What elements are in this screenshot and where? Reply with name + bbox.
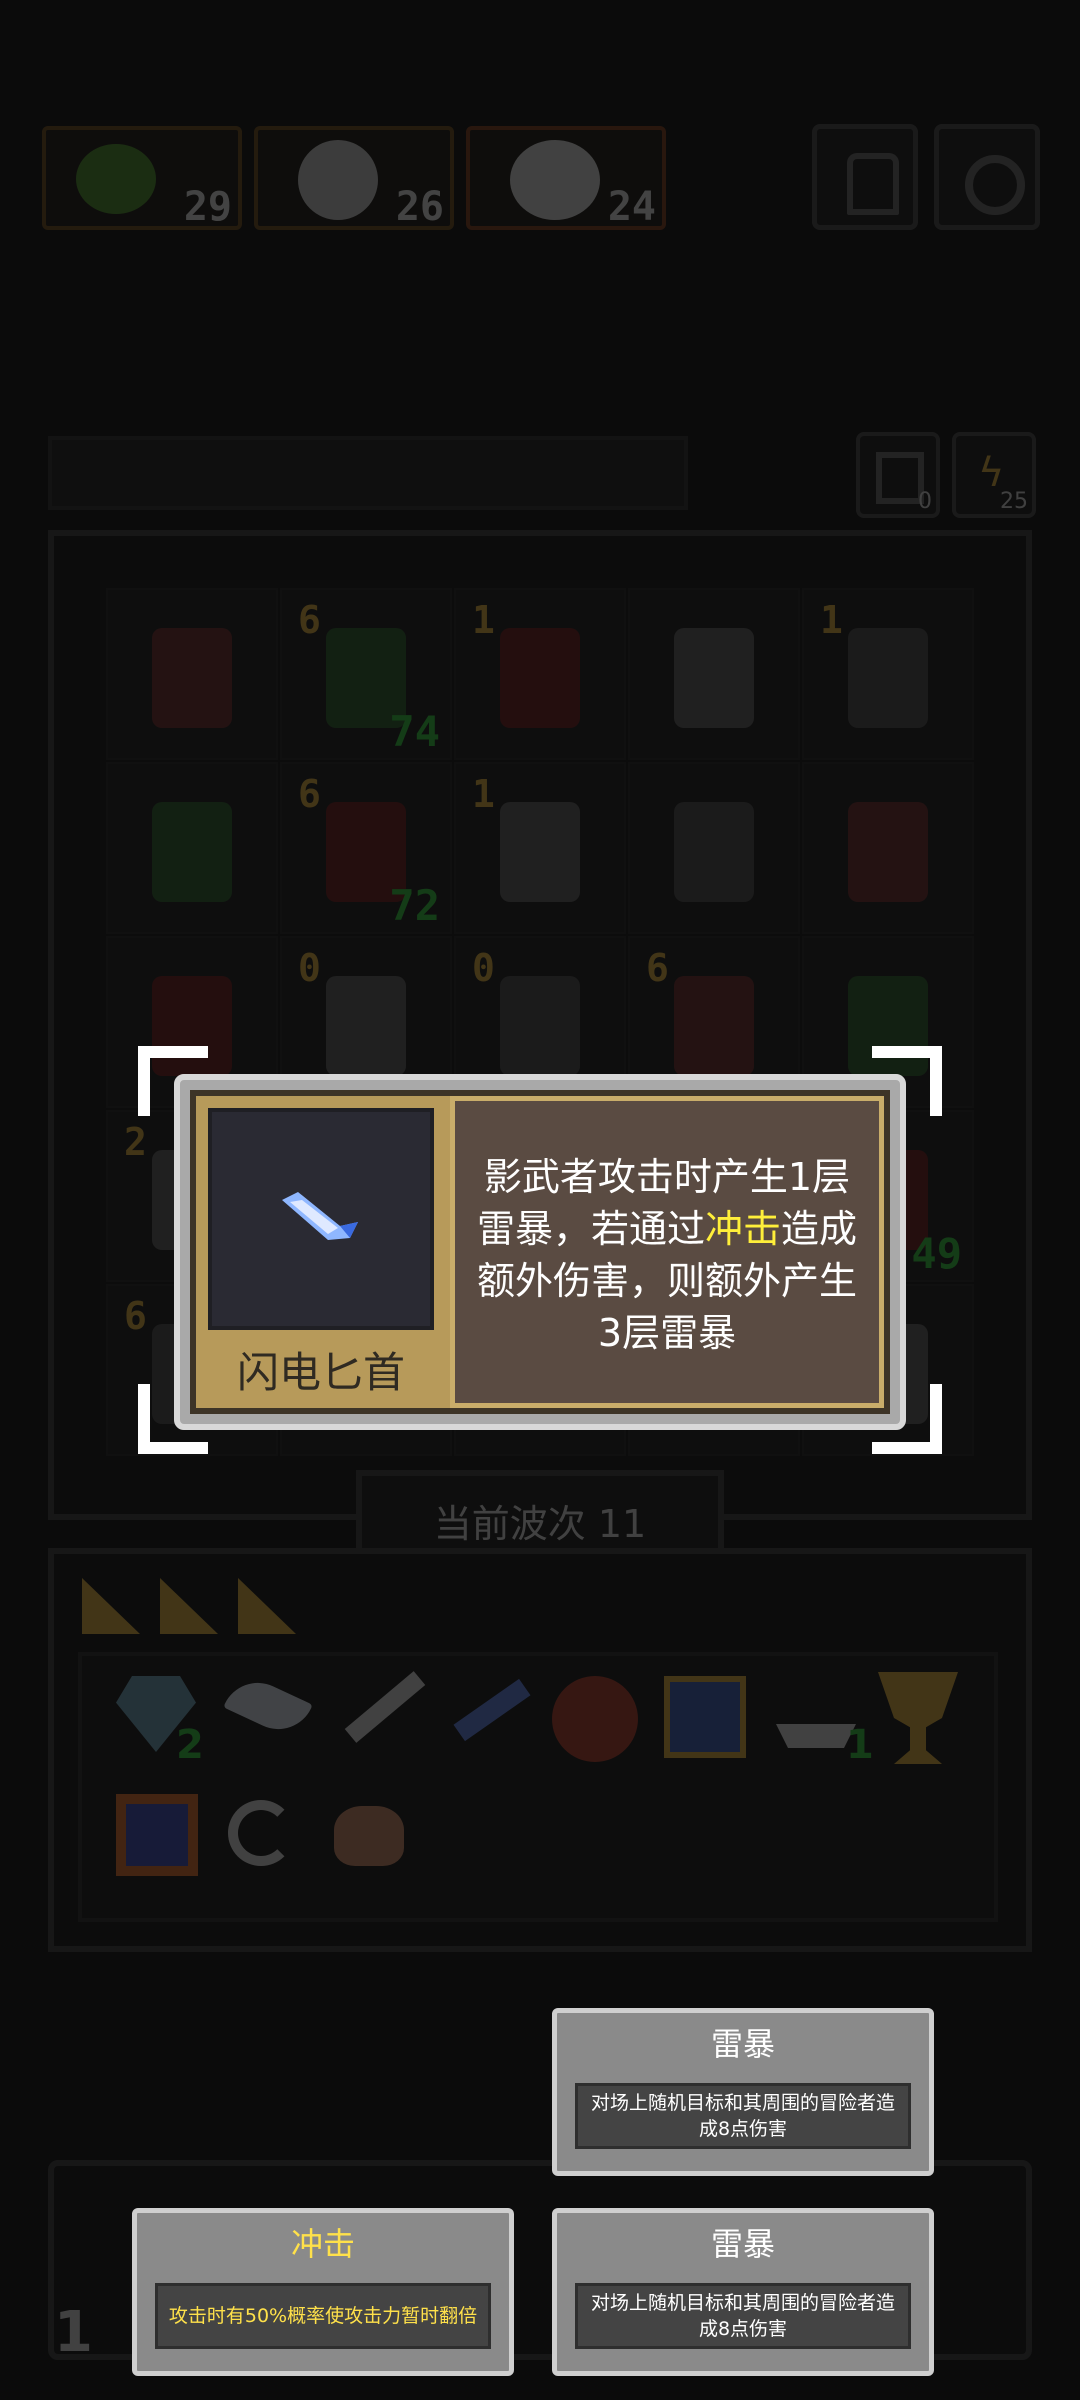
unit-sprite xyxy=(674,628,754,728)
creature-icon[interactable] xyxy=(334,1806,404,1866)
unit-level: 6 xyxy=(124,1294,147,1338)
refresh-count: 0 xyxy=(918,489,932,514)
unit-sprite xyxy=(326,976,406,1076)
unit-level: 1 xyxy=(820,598,843,642)
unit-sprite xyxy=(500,628,580,728)
unit-level: 0 xyxy=(298,946,321,990)
board-cell[interactable] xyxy=(628,588,800,760)
board-cell[interactable] xyxy=(106,762,278,934)
resource-count: 29 xyxy=(183,184,232,230)
board-cell[interactable]: 1 xyxy=(454,588,626,760)
status-bar xyxy=(48,436,688,510)
skill-card-thunderstorm-top[interactable]: 雷暴 对场上随机目标和其周围的冒险者造成8点伤害 xyxy=(552,2008,934,2176)
unit-sprite xyxy=(848,628,928,728)
card-title: 雷暴 xyxy=(710,2225,775,2263)
unit-hp: 72 xyxy=(389,881,440,930)
board-cell[interactable]: 1 xyxy=(802,588,974,760)
lightning-counter[interactable]: ϟ 25 xyxy=(952,432,1036,518)
unit-sprite xyxy=(152,802,232,902)
settings-icon xyxy=(965,155,1025,215)
settings-button[interactable] xyxy=(934,124,1040,230)
unit-level: 6 xyxy=(298,772,321,816)
bomb-box-icon[interactable] xyxy=(664,1676,746,1758)
unit-level: 0 xyxy=(472,946,495,990)
unit-sprite xyxy=(500,976,580,1076)
skill-card-thunderstorm-bottom[interactable]: 雷暴 对场上随机目标和其周围的冒险者造成8点伤害 xyxy=(552,2208,934,2376)
skull-warrior-icon xyxy=(298,140,378,220)
item-description-keyword[interactable]: 冲击 xyxy=(705,1207,781,1251)
board-cell[interactable] xyxy=(106,588,278,760)
item-description: 影武者攻击时产生1层雷暴，若通过冲击造成额外伤害，则额外产生3层雷暴 xyxy=(469,1151,865,1359)
unit-sprite xyxy=(674,976,754,1076)
resource-slot-3[interactable]: 24 xyxy=(466,126,666,230)
card-description: 对场上随机目标和其周围的冒险者造成8点伤害 xyxy=(575,2283,911,2349)
compass-icon[interactable] xyxy=(552,1676,638,1762)
resource-slot-1[interactable]: 29 xyxy=(42,126,242,230)
board-cell[interactable] xyxy=(628,762,800,934)
item-tooltip-inner: 闪电匕首 影武者攻击时产生1层雷暴，若通过冲击造成额外伤害，则额外产生3层雷暴 xyxy=(190,1090,890,1414)
card-description: 攻击时有50%概率使攻击力暂时翻倍 xyxy=(155,2283,491,2349)
refresh-icon xyxy=(876,452,924,504)
item-description-panel: 影武者攻击时产生1层雷暴，若通过冲击造成额外伤害，则额外产生3层雷暴 xyxy=(450,1096,884,1408)
lightning-count: 25 xyxy=(1000,489,1028,514)
wave-label: 当前波次 11 xyxy=(433,1501,647,1546)
unit-sprite xyxy=(674,802,754,902)
help-icon xyxy=(847,153,899,215)
card-title: 冲击 xyxy=(290,2225,355,2263)
resource-count: 26 xyxy=(395,184,444,230)
unit-level: 6 xyxy=(646,946,669,990)
shield-ring-icon[interactable] xyxy=(116,1794,198,1876)
item-tooltip[interactable]: 闪电匕首 影武者攻击时产生1层雷暴，若通过冲击造成额外伤害，则额外产生3层雷暴 xyxy=(174,1074,906,1430)
unit-level: 1 xyxy=(472,772,495,816)
item-icon-box xyxy=(208,1108,434,1330)
demon-beast-icon xyxy=(510,140,600,220)
green-slime-icon xyxy=(76,144,156,214)
unit-level: 2 xyxy=(124,1120,147,1164)
unit-hp: 74 xyxy=(389,707,440,756)
card-description: 对场上随机目标和其周围的冒险者造成8点伤害 xyxy=(575,2083,911,2149)
board-cell[interactable]: 1 xyxy=(454,762,626,934)
unit-hp: 49 xyxy=(911,1229,962,1278)
item-name: 闪电匕首 xyxy=(236,1348,405,1397)
hook-icon[interactable] xyxy=(228,1800,294,1866)
unit-sprite xyxy=(500,802,580,902)
ship-count: 1 xyxy=(846,1722,874,1768)
unit-sprite xyxy=(152,628,232,728)
unit-sprite xyxy=(848,802,928,902)
unit-level: 6 xyxy=(298,598,321,642)
skill-card-impact[interactable]: 冲击 攻击时有50%概率使攻击力暂时翻倍 xyxy=(132,2208,514,2376)
lightning-dagger-icon xyxy=(282,1192,358,1240)
resource-slot-2[interactable]: 26 xyxy=(254,126,454,230)
bottom-left-value: 1 xyxy=(54,2300,93,2365)
board-cell[interactable]: 6 72 xyxy=(280,762,452,934)
refresh-counter[interactable]: 0 xyxy=(856,432,940,518)
gem-count: 2 xyxy=(176,1722,204,1768)
help-button[interactable] xyxy=(812,124,918,230)
board-cell[interactable] xyxy=(802,762,974,934)
inventory-grid xyxy=(78,1652,998,1922)
card-title: 雷暴 xyxy=(710,2025,775,2063)
board-cell[interactable]: 6 74 xyxy=(280,588,452,760)
unit-level: 1 xyxy=(472,598,495,642)
resource-count: 24 xyxy=(607,184,656,230)
